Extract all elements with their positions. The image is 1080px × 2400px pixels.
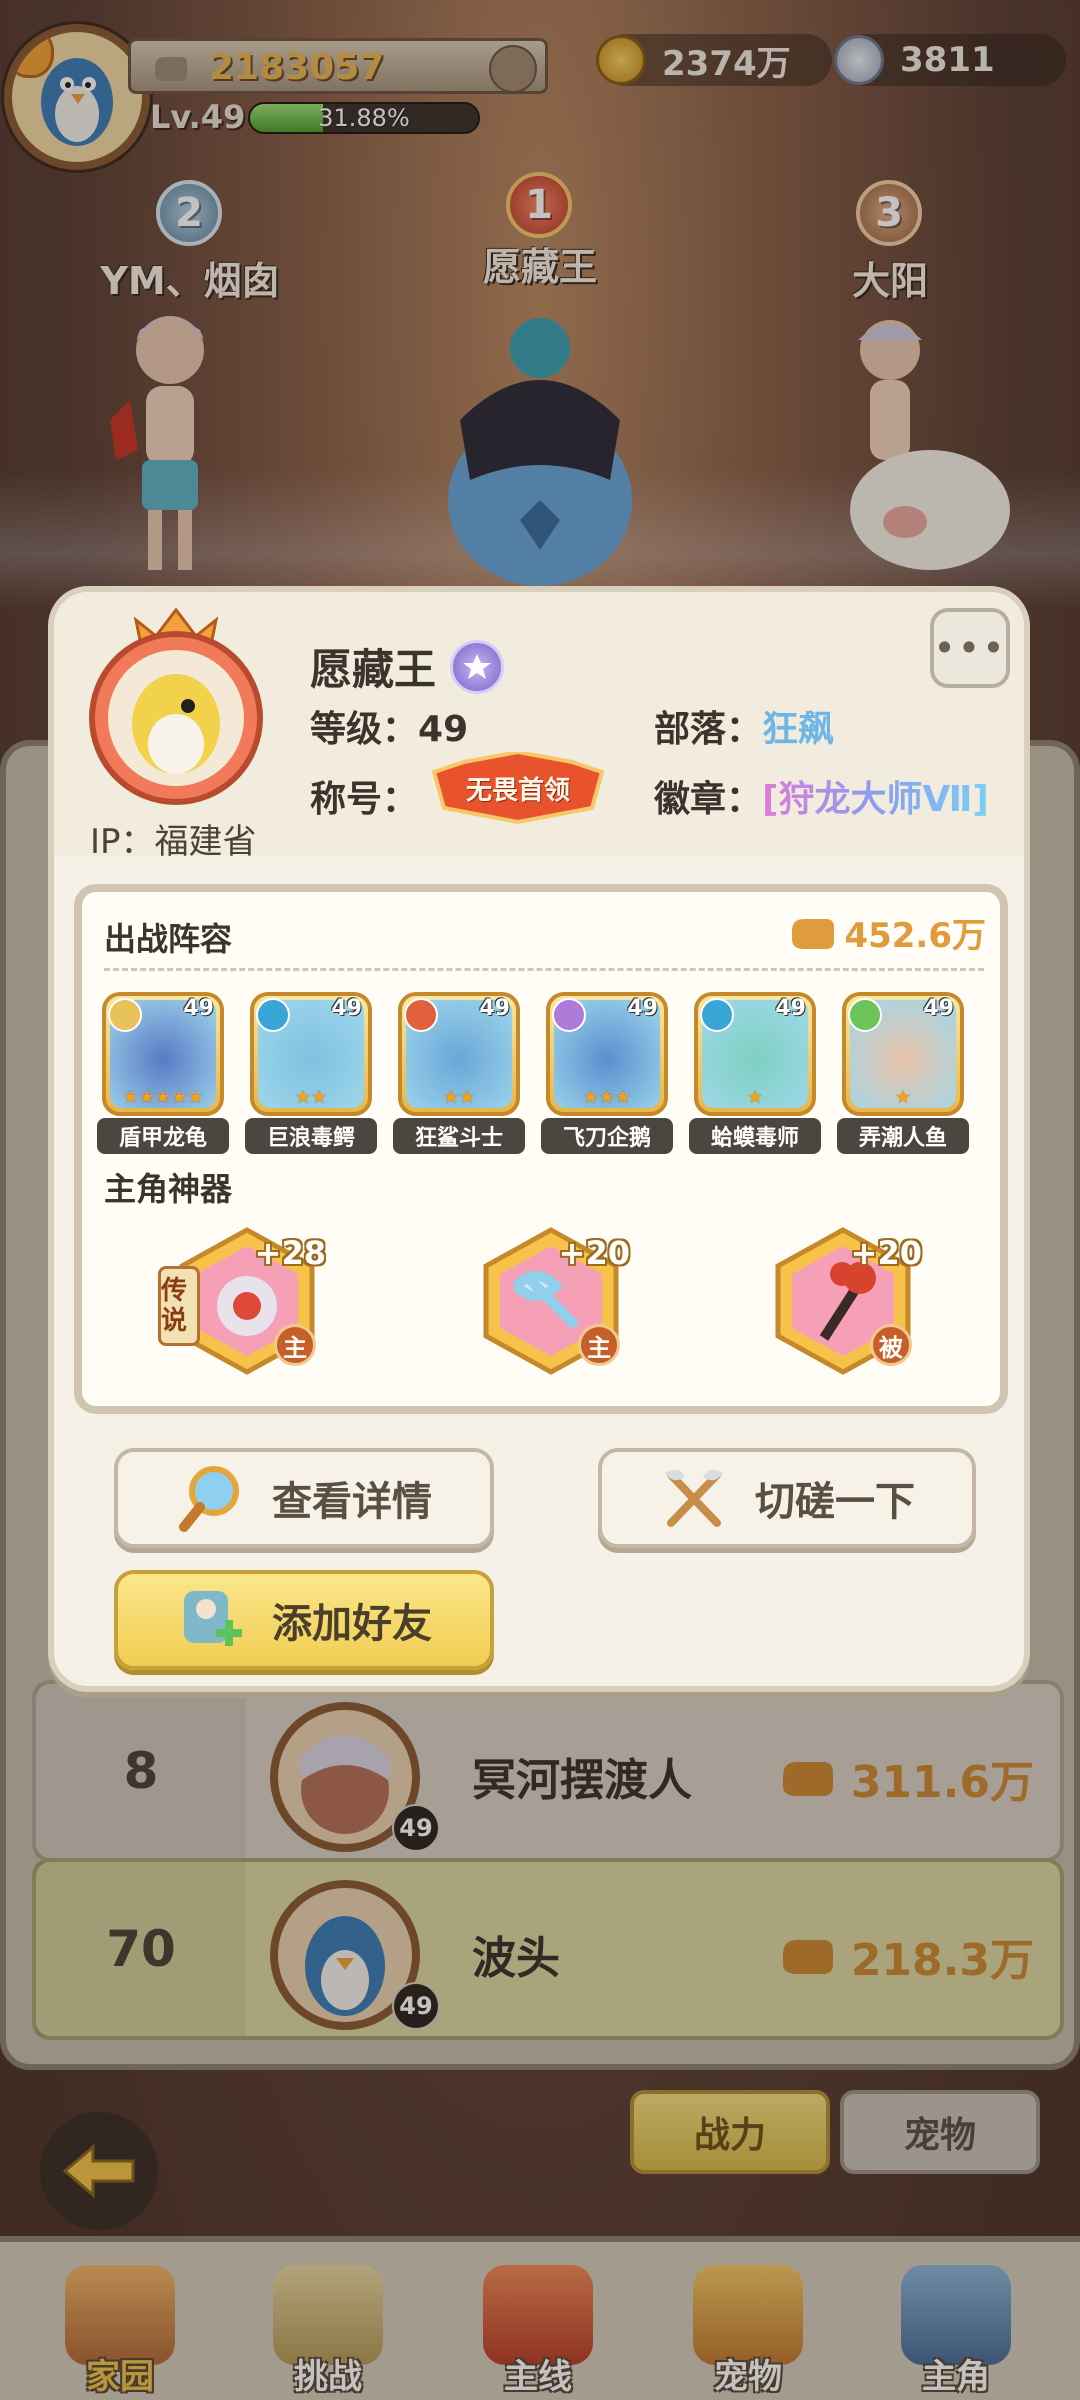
- pet-name: 盾甲龙龟: [97, 1118, 229, 1154]
- profile-badge: 徽章：[狩龙大师Ⅶ]: [654, 770, 989, 822]
- pet-card[interactable]: 49 ★: [694, 992, 816, 1116]
- profile-avatar-frame[interactable]: [76, 606, 276, 806]
- pet-stars: ★★★: [582, 1087, 632, 1108]
- pet-level: 49: [775, 996, 806, 1021]
- add-friend-icon: [184, 1591, 242, 1646]
- pet-level: 49: [183, 996, 214, 1021]
- pet-name: 弄潮人鱼: [837, 1118, 969, 1154]
- profile-name: 愿藏王: [310, 636, 505, 697]
- pet-name: 狂鲨斗士: [393, 1118, 525, 1154]
- divider: [104, 968, 984, 971]
- title-ribbon: 无畏首领: [424, 749, 612, 825]
- pet-name: 飞刀企鹅: [541, 1118, 673, 1154]
- element-type-icon: [552, 998, 586, 1032]
- add-friend-label: 添加好友: [272, 1601, 432, 1647]
- pet-card[interactable]: 49 ★★: [398, 992, 520, 1116]
- profile-tribe: 部落：狂飙: [654, 700, 834, 752]
- tribe-value[interactable]: 狂飙: [762, 709, 834, 750]
- magnifier-icon: [179, 1466, 239, 1532]
- ip-value: 福建省: [154, 822, 257, 862]
- crossed-axes-icon: [665, 1469, 723, 1527]
- profile-name-text: 愿藏王: [310, 645, 437, 694]
- element-type-icon: [108, 998, 142, 1032]
- title-value: 无畏首领: [465, 776, 570, 806]
- artifact-slot[interactable]: +20 主: [476, 1226, 630, 1376]
- artifact-level: +20: [558, 1234, 630, 1272]
- element-type-icon: [848, 998, 882, 1032]
- profile-header: IP：福建省 愿藏王 等级：49 部落：狂飙 称号： 无畏首领 徽章：[狩龙大师…: [54, 592, 1024, 862]
- pet-level: 49: [627, 996, 658, 1021]
- profile-title-label: 称号：: [310, 779, 419, 820]
- fist-icon: [792, 918, 835, 949]
- pet-stars: ★★★★★: [122, 1087, 204, 1108]
- artifact-tag: 主: [274, 1324, 316, 1366]
- pet-stars: ★★: [442, 1087, 476, 1108]
- artifact-slot[interactable]: +20 被: [768, 1226, 922, 1376]
- lineup-title: 出战阵容: [104, 920, 233, 958]
- legend-badge: 传说: [158, 1266, 200, 1346]
- view-details-label: 查看详情: [272, 1479, 432, 1525]
- battle-lineup: 出战阵容 452.6万 49 ★★★★★ 盾甲龙龟 49 ★★ 巨浪毒鳄 49 ★★ 狂鲨斗士 4…: [74, 884, 1008, 1414]
- ip-label: IP：: [90, 822, 155, 862]
- view-details-button[interactable]: 查看详情: [114, 1448, 494, 1548]
- lineup-power: 452.6万: [788, 908, 986, 957]
- artifact-tag: 主: [578, 1324, 620, 1366]
- badge-label: 徽章：: [654, 779, 763, 820]
- pet-card[interactable]: 49 ★★★★★: [102, 992, 224, 1116]
- element-type-icon: [256, 998, 290, 1032]
- element-type-icon: [404, 998, 438, 1032]
- pet-card[interactable]: 49 ★: [842, 992, 964, 1116]
- pet-stars: ★: [746, 1087, 764, 1108]
- pet-card[interactable]: 49 ★★★: [546, 992, 668, 1116]
- badge-value: [狩龙大师Ⅶ]: [762, 779, 989, 820]
- pet-stars: ★: [894, 1087, 912, 1108]
- pet-level: 49: [331, 996, 362, 1021]
- artifact-title: 主角神器: [104, 1170, 233, 1208]
- pet-level: 49: [923, 996, 954, 1021]
- pet-stars: ★★: [294, 1087, 328, 1108]
- add-friend-button[interactable]: 添加好友: [114, 1570, 494, 1670]
- profile-level: 等级：49: [310, 700, 468, 752]
- artifact-level: +20: [850, 1234, 922, 1272]
- ip-location: IP：福建省: [90, 814, 257, 863]
- star-rank-icon: [450, 639, 505, 694]
- pet-card[interactable]: 49 ★★: [250, 992, 372, 1116]
- pet-name: 巨浪毒鳄: [245, 1118, 377, 1154]
- artifact-level: +28: [254, 1234, 326, 1272]
- tribe-label: 部落：: [654, 709, 763, 750]
- duel-button[interactable]: 切磋一下: [598, 1448, 976, 1548]
- artifact-slot[interactable]: +28 主 传说: [158, 1226, 326, 1376]
- level-value: 49: [418, 709, 469, 750]
- player-profile-modal: IP：福建省 愿藏王 等级：49 部落：狂飙 称号： 无畏首领 徽章：[狩龙大师…: [48, 586, 1030, 1692]
- lineup-power-value: 452.6万: [844, 916, 986, 956]
- level-label: 等级：: [310, 709, 419, 750]
- duel-label: 切磋一下: [755, 1479, 915, 1525]
- element-type-icon: [700, 998, 734, 1032]
- pet-name: 蛤蟆毒师: [689, 1118, 821, 1154]
- artifact-tag: 被: [870, 1324, 912, 1366]
- pet-level: 49: [479, 996, 510, 1021]
- more-options-button[interactable]: •••: [930, 608, 1010, 688]
